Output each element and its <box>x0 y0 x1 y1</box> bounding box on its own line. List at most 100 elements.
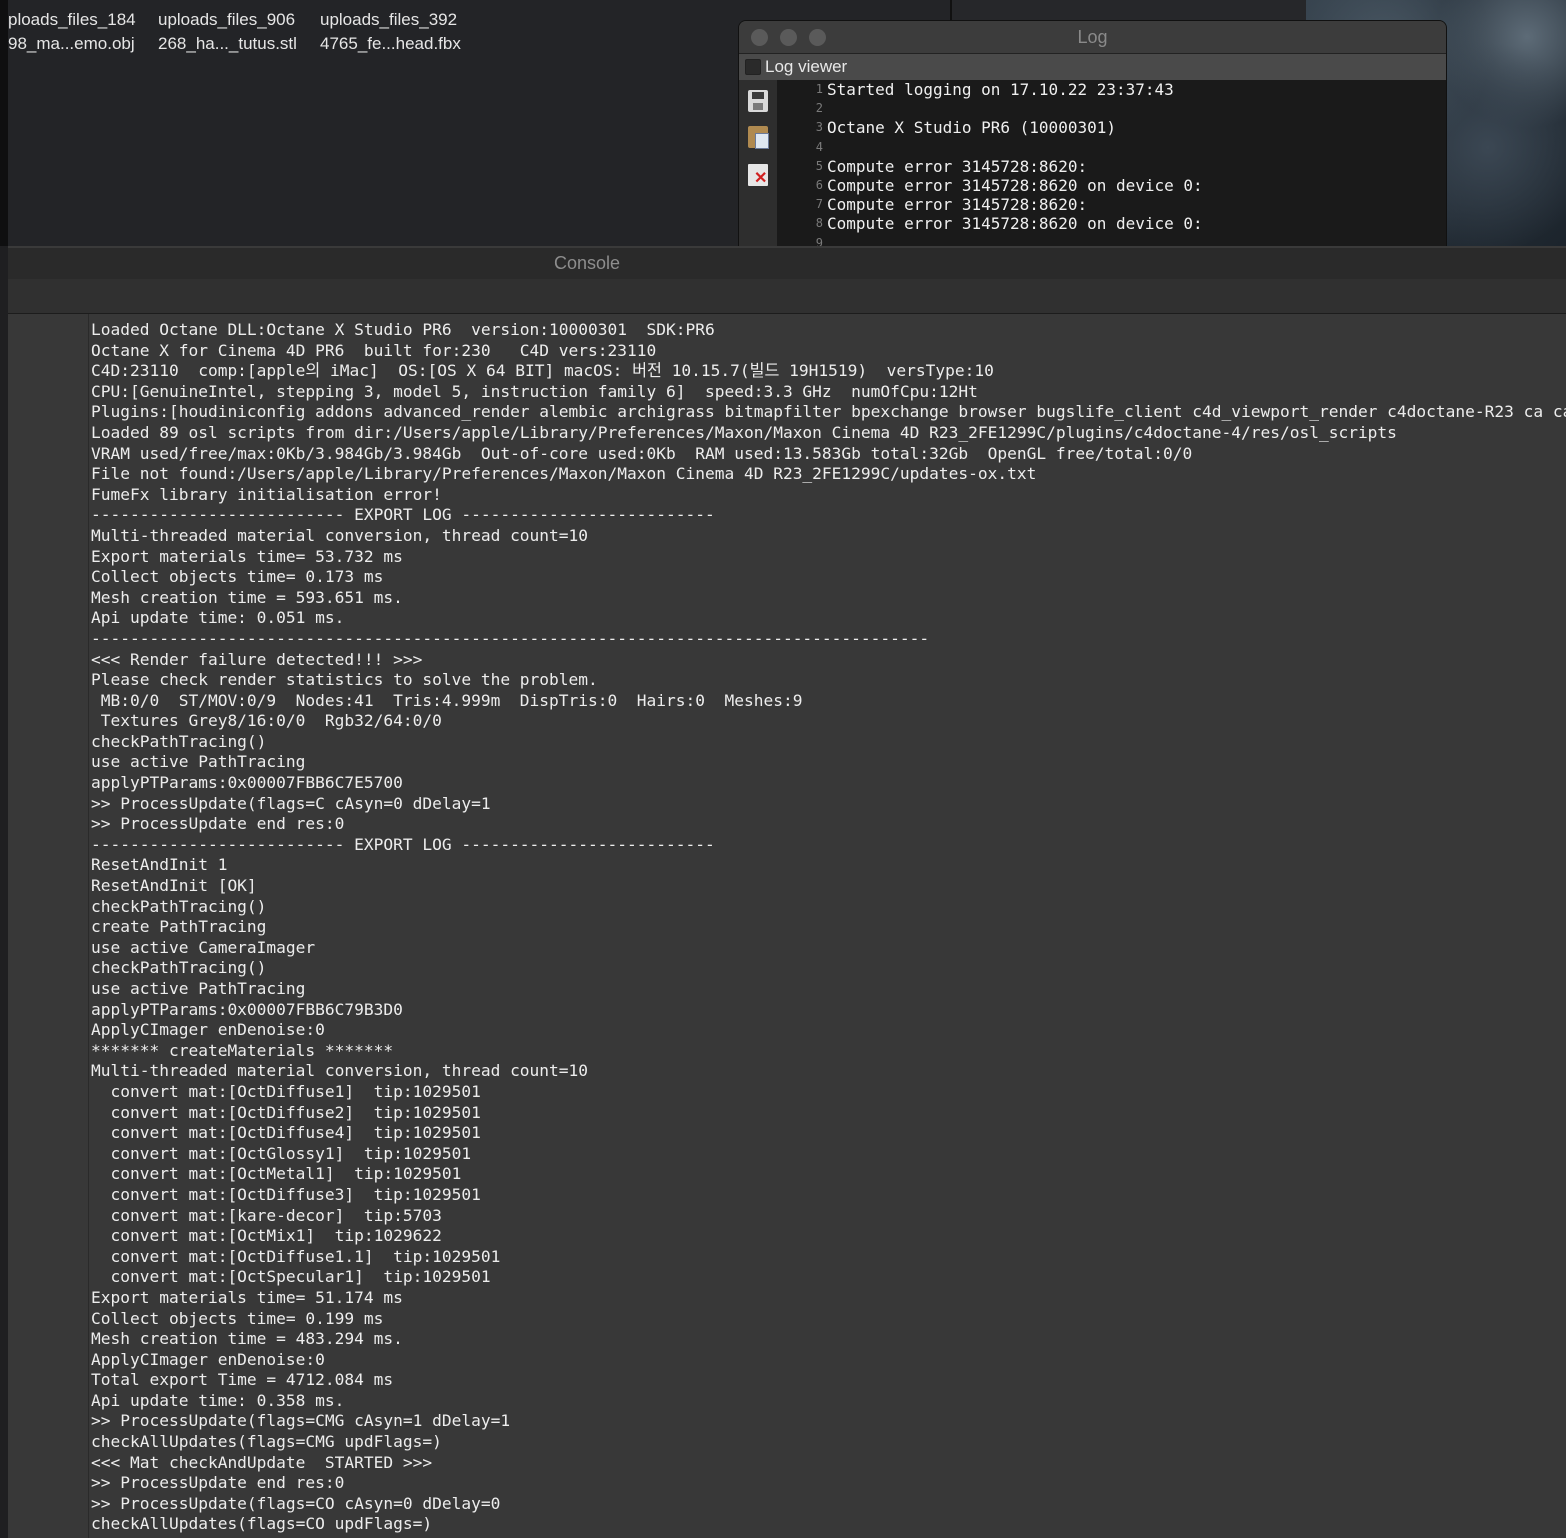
log-line-number: 1 <box>815 82 823 96</box>
console-line: convert mat:[OctDiffuse1] tip:1029501 <box>91 1081 481 1101</box>
console-line: Export materials time= 51.174 ms <box>91 1287 403 1307</box>
console-line: checkAllUpdates(flags=CMG updFlags=) <box>91 1432 442 1452</box>
console-line: use active PathTracing <box>91 979 306 998</box>
console-output[interactable]: Loaded Octane DLL:Octane X Studio PR6 ve… <box>91 320 1566 1535</box>
console-line: Mesh creation time = 483.294 ms. <box>91 1329 403 1349</box>
console-line: >> ProcessUpdate end res:0 <box>91 1473 345 1493</box>
file-list: ploads_files_184 98_ma...emo.obj uploads… <box>8 8 480 56</box>
file-name-line2: 268_ha..._tutus.stl <box>158 34 297 53</box>
log-window: Log Log viewer 1 2 3 4 5 6 7 8 9 Started logging… <box>738 20 1447 248</box>
console-line: Plugins:[houdiniconfig addons advanced_r… <box>91 402 1566 422</box>
file-item[interactable]: uploads_files_392 4765_fe...head.fbx <box>320 8 480 56</box>
console-line: -------------------------- EXPORT LOG --… <box>91 834 715 854</box>
console-line: convert mat:[OctDiffuse2] tip:1029501 <box>91 1102 481 1122</box>
log-line-number: 4 <box>815 139 823 154</box>
console-line: Total export Time = 4712.084 ms <box>91 1370 394 1390</box>
console-line: ******* createMaterials ******* <box>91 1040 394 1060</box>
console-line: ResetAndInit 1 <box>91 855 228 875</box>
console-line: Collect objects time= 0.199 ms <box>91 1308 384 1328</box>
console-line: use active PathTracing <box>91 752 306 772</box>
log-line: Compute error 3145728:8620: <box>827 156 1088 176</box>
console-titlebar[interactable]: Console <box>8 246 1566 281</box>
paste-icon[interactable] <box>748 126 769 149</box>
log-line-number: 3 <box>815 120 823 135</box>
file-name-line1: uploads_files_906 <box>158 10 296 29</box>
log-lines: Started logging on 17.10.22 23:37:43 Octa… <box>827 80 1446 247</box>
console-line: <<< Render failure detected!!! >>> <box>91 649 423 669</box>
log-line: Octane X Studio PR6 (10000301) <box>827 118 1116 138</box>
console-line: File not found:/Users/apple/Library/Pref… <box>91 464 1037 484</box>
console-line: CPU:[GenuineIntel, stepping 3, model 5, … <box>91 381 978 401</box>
console-line: checkPathTracing() <box>91 731 267 751</box>
console-line: convert mat:[OctDiffuse4] tip:1029501 <box>91 1123 481 1143</box>
console-toolbar <box>8 279 1566 314</box>
console-title: Console <box>553 253 621 273</box>
console-line: Api update time: 0.358 ms. <box>91 1390 345 1410</box>
file-item[interactable]: uploads_files_906 268_ha..._tutus.stl <box>158 8 320 56</box>
console-line: >> ProcessUpdate(flags=C cAsyn=0 dDelay=… <box>91 793 491 813</box>
file-name-line1: uploads_files_392 <box>320 10 458 29</box>
log-line-number: 8 <box>815 216 823 231</box>
log-text-area[interactable]: 1 2 3 4 5 6 7 8 9 Started logging on 17.10.22 23… <box>777 80 1446 247</box>
console-line: Multi-threaded material conversion, thre… <box>91 1061 589 1081</box>
log-line-numbers: 1 2 3 4 5 6 7 8 9 <box>777 80 827 247</box>
console-line: Export materials time= 53.732 ms <box>91 546 403 566</box>
file-item[interactable]: ploads_files_184 98_ma...emo.obj <box>8 8 158 56</box>
console-line: use active CameraImager <box>91 937 316 957</box>
console-line: >> ProcessUpdate(flags=CMG cAsyn=1 dDela… <box>91 1411 511 1431</box>
window-edge <box>0 0 8 246</box>
console-line: VRAM used/free/max:0Kb/3.984Gb/3.984Gb O… <box>91 443 1193 463</box>
console-line: >> ProcessUpdate(flags=CO cAsyn=0 dDelay… <box>91 1493 501 1513</box>
console-line: ApplyCImager enDenoise:0 <box>91 1349 325 1369</box>
file-name-line2: 4765_fe...head.fbx <box>320 34 461 53</box>
log-line: Compute error 3145728:8620 on device 0: <box>827 175 1203 195</box>
log-line-number: 7 <box>815 197 823 212</box>
console-line: -------------------------- EXPORT LOG --… <box>91 505 715 525</box>
console-line: Loaded Octane DLL:Octane X Studio PR6 ve… <box>91 320 715 339</box>
console-body: Loaded Octane DLL:Octane X Studio PR6 ve… <box>8 314 1566 1538</box>
clear-log-icon[interactable] <box>748 164 768 188</box>
log-titlebar[interactable]: Log <box>739 21 1446 54</box>
file-name-line1: ploads_files_184 <box>8 10 136 29</box>
console-line: Please check render statistics to solve … <box>91 670 598 690</box>
console-line: >> ProcessUpdate end res:0 <box>91 814 345 834</box>
console-line: C4D:23110 comp:[apple의 iMac] OS:[OS X 64… <box>91 361 994 381</box>
log-line: Compute error 3145728:8620: <box>827 195 1088 215</box>
console-line: Mesh creation time = 593.651 ms. <box>91 587 403 607</box>
console-line: checkPathTracing() <box>91 896 267 916</box>
console-line: <<< Mat checkAndUpdate STARTED >>> <box>91 1452 433 1472</box>
log-viewer-label: Log viewer <box>765 57 848 76</box>
log-toolbar <box>739 80 777 247</box>
log-line-number: 6 <box>815 177 823 192</box>
console-line: Api update time: 0.051 ms. <box>91 608 345 628</box>
console-line: applyPTParams:0x00007FBB6C7E5700 <box>91 773 403 793</box>
log-line: Started logging on 17.10.22 23:37:43 <box>827 80 1174 99</box>
console-line: convert mat:[OctDiffuse1.1] tip:1029501 <box>91 1246 501 1266</box>
console-line: FumeFx library initialisation error! <box>91 484 442 504</box>
log-line-number: 5 <box>815 158 823 173</box>
log-viewer-header: Log viewer <box>739 54 1446 80</box>
console-line: Loaded 89 osl scripts from dir:/Users/ap… <box>91 422 1397 442</box>
log-line-number: 9 <box>815 235 823 248</box>
save-icon[interactable] <box>748 90 768 112</box>
console-line: ResetAndInit [OK] <box>91 876 257 896</box>
console-line: convert mat:[kare-decor] tip:5703 <box>91 1205 442 1225</box>
console-line: convert mat:[OctSpecular1] tip:1029501 <box>91 1267 491 1287</box>
log-viewer-checkbox[interactable] <box>745 59 761 75</box>
console-line: convert mat:[OctDiffuse3] tip:1029501 <box>91 1184 481 1204</box>
console-line: Octane X for Cinema 4D PR6 built for:230… <box>91 340 657 360</box>
console-line: ----------------------------------------… <box>91 628 930 648</box>
console-line: checkAllUpdates(flags=CO updFlags=) <box>91 1514 433 1534</box>
log-window-title: Log <box>1077 27 1108 47</box>
console-line: create PathTracing <box>91 917 267 937</box>
console-line: MB:0/0 ST/MOV:0/9 Nodes:41 Tris:4.999m D… <box>91 690 803 710</box>
console-line: Collect objects time= 0.173 ms <box>91 567 384 587</box>
console-line: Multi-threaded material conversion, thre… <box>91 525 589 545</box>
console-line: ApplyCImager enDenoise:0 <box>91 1020 325 1040</box>
file-name-line2: 98_ma...emo.obj <box>8 34 135 53</box>
console-line: Textures Grey8/16:0/0 Rgb32/64:0/0 <box>91 711 442 731</box>
console-line: convert mat:[OctGlossy1] tip:1029501 <box>91 1143 472 1163</box>
log-body: 1 2 3 4 5 6 7 8 9 Started logging on 17.10.22 23… <box>739 80 1446 247</box>
